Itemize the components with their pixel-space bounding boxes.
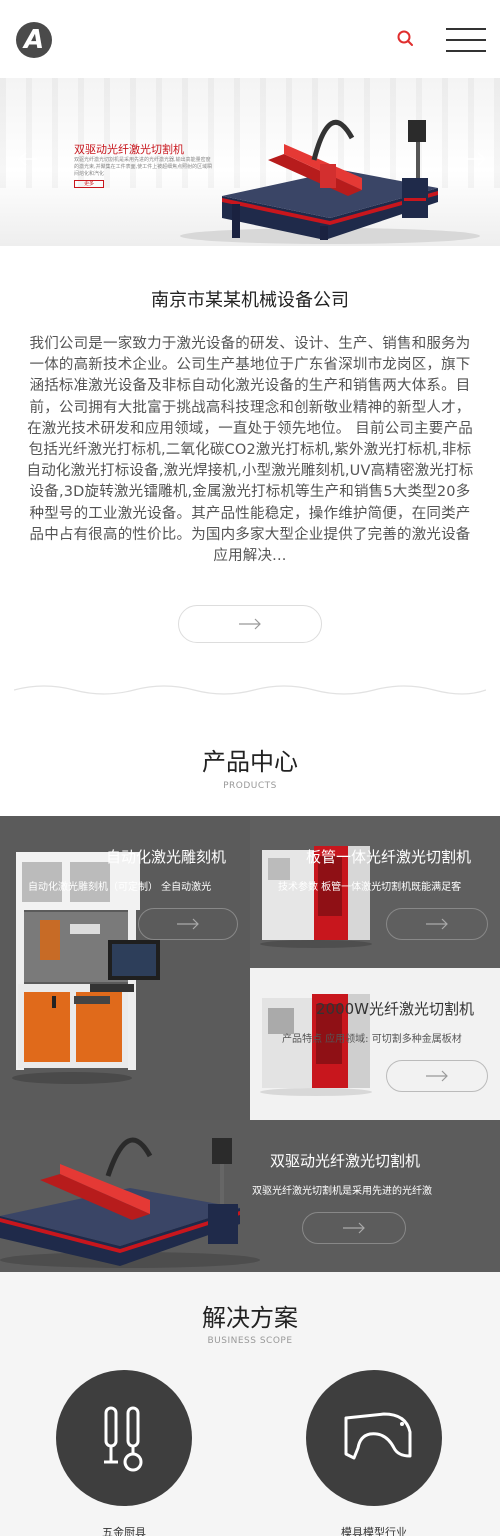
solutions-section: 解决方案 BUSINESS SCOPE 五金厨具 模具模型行业: [0, 1272, 500, 1536]
product-description: 技术参数 板管一体激光切割机既能满足客: [278, 882, 462, 893]
products-title: 产品中心: [202, 748, 298, 776]
product-title: 板管一体光纤激光切割机: [306, 848, 472, 866]
banner-next-arrow-icon[interactable]: [466, 148, 488, 173]
solutions-title: 解决方案: [202, 1304, 298, 1332]
banner-prev-arrow-icon[interactable]: [16, 148, 38, 173]
solution-item-mold[interactable]: [306, 1370, 442, 1506]
company-intro: 我们公司是一家致力于激光设备的研发、设计、生产、销售和服务为一体的高新技术企业。…: [26, 336, 474, 565]
arrow-right-icon: [426, 918, 448, 930]
product-tile-1[interactable]: 自动化激光雕刻机 自动化激光雕刻机（可定制） 全自动激光: [0, 816, 250, 1120]
product-more-button[interactable]: [386, 908, 488, 940]
banner-more-button[interactable]: 更多: [74, 180, 104, 188]
arrow-right-icon: [426, 1070, 448, 1082]
products-subtitle: PRODUCTS: [223, 781, 277, 791]
product-more-button[interactable]: [302, 1212, 406, 1244]
product-description: 自动化激光雕刻机（可定制） 全自动激光: [28, 882, 212, 893]
product-title: 自动化激光雕刻机: [106, 848, 227, 866]
arrow-right-icon: [343, 1222, 365, 1234]
hamburger-menu-icon[interactable]: [446, 28, 486, 52]
product-tile-3[interactable]: 2000W光纤激光切割机 产品特点 应用领域: 可切割多种金属板材: [250, 968, 500, 1120]
product-tile-2[interactable]: 板管一体光纤激光切割机 技术参数 板管一体激光切割机既能满足客: [250, 816, 500, 968]
solutions-subtitle: BUSINESS SCOPE: [207, 1336, 293, 1346]
kitchen-utensils-icon: [104, 1406, 143, 1472]
wave-divider: [14, 685, 486, 695]
banner-title: 双驱动光纤激光切割机: [74, 143, 184, 156]
mold-model-icon: [344, 1412, 412, 1460]
product-description: 双驱光纤激光切割机是采用先进的光纤激: [252, 1186, 432, 1197]
product-description: 产品特点 应用领域: 可切割多种金属板材: [282, 1034, 462, 1045]
hero-banner[interactable]: 双驱动光纤激光切割机 双驱光纤激光切割机是采用先进的光纤激光器,输出高能量密度的…: [0, 78, 500, 246]
product-title: 2000W光纤激光切割机: [316, 1000, 475, 1018]
header: A: [0, 0, 500, 78]
solution-item-kitchen[interactable]: [56, 1370, 192, 1506]
solution-label: 五金厨具: [102, 1526, 146, 1536]
product-title: 双驱动光纤激光切割机: [270, 1152, 421, 1170]
about-more-button[interactable]: [178, 605, 322, 643]
search-icon[interactable]: [396, 29, 416, 49]
arrow-right-icon: [239, 618, 261, 630]
product-more-button[interactable]: [386, 1060, 488, 1092]
page: A 双驱动光纤激光切割机 双驱光纤激光切割机是采用先进的光纤激光器,输出高能量密…: [0, 0, 500, 1536]
logo-letter: A: [23, 25, 45, 55]
product-tile-4[interactable]: 双驱动光纤激光切割机 双驱光纤激光切割机是采用先进的光纤激: [0, 1120, 500, 1272]
solution-label: 模具模型行业: [341, 1526, 407, 1536]
company-name: 南京市某某机械设备公司: [151, 290, 349, 311]
banner-description: 双驱光纤激光切割机是采用先进的光纤激光器,输出高能量密度的激光束,并聚集在工件表…: [74, 157, 213, 177]
arrow-right-icon: [177, 918, 199, 930]
product-more-button[interactable]: [138, 908, 238, 940]
logo[interactable]: A: [16, 22, 52, 58]
